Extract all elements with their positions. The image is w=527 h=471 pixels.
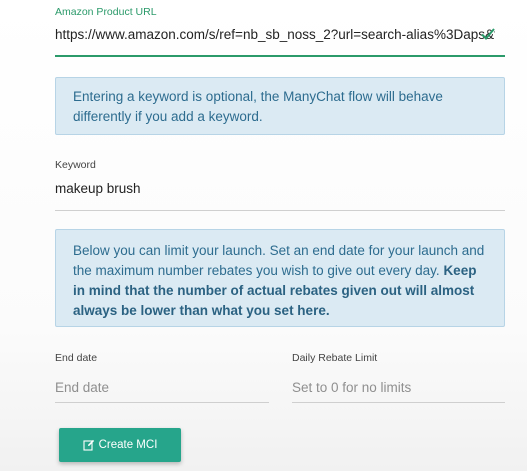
mci-form: Amazon Product URL https://www.amazon.co… xyxy=(0,0,527,471)
edit-icon xyxy=(83,439,94,451)
url-field-underline xyxy=(55,55,505,57)
url-field[interactable]: https://www.amazon.com/s/ref=nb_sb_noss_… xyxy=(55,27,495,42)
create-mci-button[interactable]: Create MCI xyxy=(59,428,181,462)
keyword-info-text: Entering a keyword is optional, the Many… xyxy=(73,89,443,124)
daily-rebate-limit-label: Daily Rebate Limit xyxy=(292,352,378,364)
end-date-input[interactable] xyxy=(55,373,269,403)
limit-info-box: Below you can limit your launch. Set an … xyxy=(55,229,505,327)
keyword-field-underline xyxy=(55,210,505,211)
keyword-field-label: Keyword xyxy=(55,159,96,171)
limit-info-text: Below you can limit your launch. Set an … xyxy=(73,243,485,278)
keyword-field[interactable]: makeup brush xyxy=(55,181,141,196)
check-icon xyxy=(481,28,495,40)
url-field-label: Amazon Product URL xyxy=(55,6,157,18)
daily-rebate-limit-input[interactable] xyxy=(292,373,505,403)
create-mci-button-label: Create MCI xyxy=(98,439,158,451)
keyword-info-box: Entering a keyword is optional, the Many… xyxy=(55,77,505,135)
end-date-label: End date xyxy=(55,352,98,364)
